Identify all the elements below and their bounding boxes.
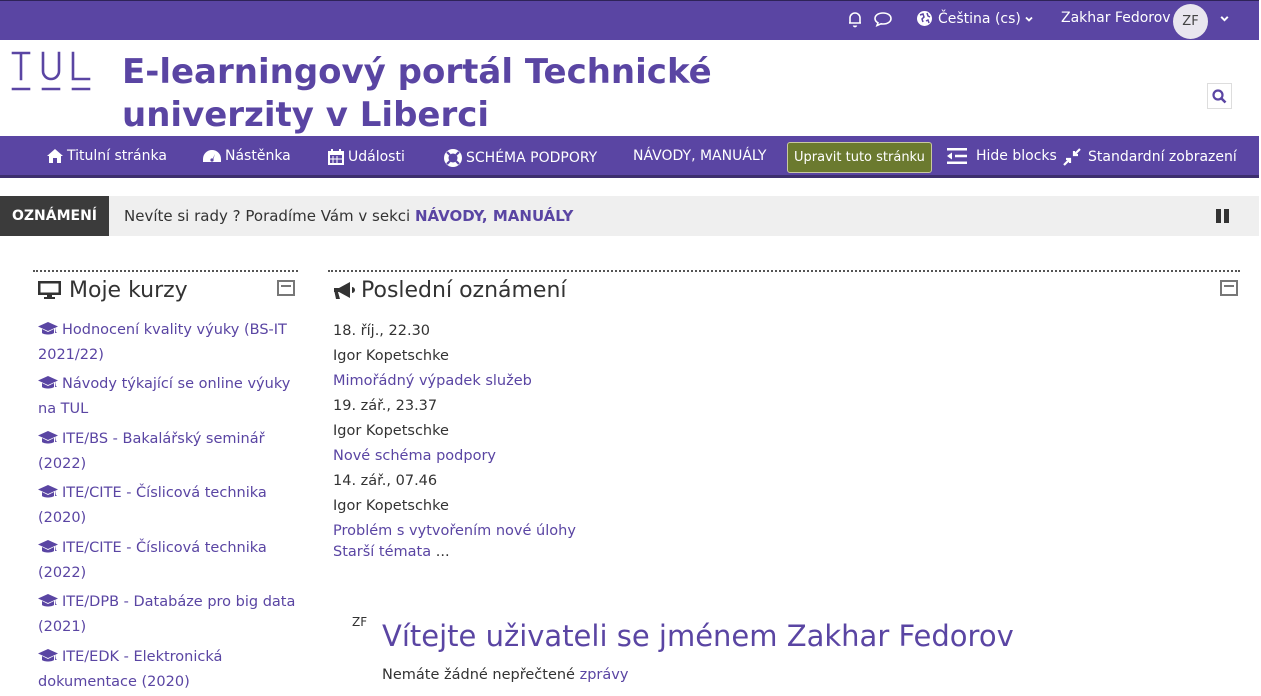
home-icon	[47, 149, 63, 163]
course-name: ITE/DPB - Databáze pro big data (2021)	[38, 594, 296, 635]
user-menu-chevron-down-icon[interactable]	[1219, 13, 1230, 24]
course-link[interactable]: ITE/CITE - Číslicová technika (2020)	[38, 481, 298, 531]
site-title-line-2: univerzity v Liberci	[122, 95, 490, 135]
site-header: E-learningový portál Technické univerzit…	[0, 41, 1259, 136]
course-link[interactable]: ITE/DPB - Databáze pro big data (2021)	[38, 590, 298, 640]
nav-item-events[interactable]: Události	[327, 148, 405, 166]
course-link[interactable]: Návody týkající se online výuky na TUL	[38, 372, 298, 422]
standard-view-button[interactable]: Standardní zobrazení	[1063, 148, 1237, 166]
my-courses-title: Moje kurzy	[38, 278, 188, 303]
announcement-link[interactable]: NÁVODY, MANUÁLY	[415, 207, 573, 225]
news-date: 19. zář., 23.37	[333, 398, 438, 414]
hide-blocks-icon	[947, 148, 967, 164]
calendar-icon	[328, 149, 344, 165]
block-divider	[328, 270, 1240, 272]
language-label: Čeština (cs)	[938, 10, 1021, 27]
main-navigation: Titulní stránka Nástěnka Události SCHÉMA…	[0, 136, 1259, 178]
nav-item-home[interactable]: Titulní stránka	[46, 148, 167, 164]
news-author: Igor Kopetschke	[333, 348, 449, 364]
bullhorn-icon	[334, 281, 355, 299]
language-menu[interactable]: Čeština (cs)	[916, 10, 1034, 27]
nav-item-label: Titulní stránka	[67, 148, 167, 164]
welcome-avatar: ZF	[352, 615, 368, 629]
avatar[interactable]: ZF	[1173, 4, 1208, 39]
course-name: ITE/CITE - Číslicová technika (2022)	[38, 540, 267, 581]
edit-page-button[interactable]: Upravit tuto stránku	[787, 142, 932, 173]
standard-view-label: Standardní zobrazení	[1088, 149, 1237, 165]
nav-item-label: Události	[348, 149, 405, 165]
announcement-message: Nevíte si rady ? Poradíme Vám v sekci	[124, 207, 415, 225]
welcome-heading: Vítejte uživateli se jménem Zakhar Fedor…	[382, 619, 1014, 653]
nav-item-label: Nástěnka	[225, 148, 291, 164]
top-bar: Čeština (cs) Zakhar Fedorov ZF	[0, 0, 1259, 40]
graduation-cap-icon	[38, 485, 58, 498]
block-divider	[33, 270, 298, 272]
user-name[interactable]: Zakhar Fedorov	[1061, 10, 1171, 26]
course-link[interactable]: ITE/BS - Bakalářský seminář (2022)	[38, 427, 298, 477]
graduation-cap-icon	[38, 431, 58, 444]
latest-news-heading: Poslední oznámení	[361, 278, 567, 303]
dashboard-icon	[203, 150, 221, 162]
site-title-line-1: E-learningový portál Technické	[122, 52, 712, 92]
compress-arrows-icon	[1063, 148, 1081, 166]
news-date: 14. zář., 07.46	[333, 473, 438, 489]
graduation-cap-icon	[38, 649, 58, 662]
latest-news-title: Poslední oznámení	[333, 278, 567, 303]
graduation-cap-icon	[38, 540, 58, 553]
unread-messages-prefix: Nemáte žádné nepřečtené	[382, 667, 580, 683]
search-button[interactable]	[1207, 83, 1232, 109]
messages-link[interactable]: zprávy	[580, 667, 629, 683]
notifications-bell-icon[interactable]	[846, 10, 864, 28]
announcement-text: Nevíte si rady ? Poradíme Vám v sekci NÁ…	[124, 207, 573, 225]
older-topics-link[interactable]: Starší témata	[333, 544, 431, 560]
nav-item-label: SCHÉMA PODPORY	[466, 150, 598, 166]
globe-icon	[917, 11, 932, 26]
site-title[interactable]: E-learningový portál Technické univerzit…	[122, 51, 822, 137]
hide-blocks-button[interactable]: Hide blocks	[947, 148, 1057, 164]
nav-item-support-scheme[interactable]: SCHÉMA PODPORY	[443, 148, 597, 168]
announcement-ticker: OZNÁMENÍ Nevíte si rady ? Poradíme Vám v…	[0, 196, 1259, 236]
graduation-cap-icon	[38, 594, 58, 607]
hide-blocks-label: Hide blocks	[976, 148, 1057, 164]
collapse-block-icon[interactable]	[277, 280, 295, 296]
lifebuoy-icon	[444, 149, 462, 167]
graduation-cap-icon	[38, 376, 58, 389]
course-name: Hodnocení kvality výuky (BS-IT 2021/22)	[38, 322, 287, 363]
graduation-cap-icon	[38, 322, 58, 335]
course-link[interactable]: Hodnocení kvality výuky (BS-IT 2021/22)	[38, 318, 298, 368]
course-link[interactable]: ITE/CITE - Číslicová technika (2022)	[38, 536, 298, 586]
search-icon	[1212, 88, 1227, 103]
news-author: Igor Kopetschke	[333, 498, 449, 514]
nav-item-dashboard[interactable]: Nástěnka	[202, 148, 291, 164]
course-link[interactable]: ITE/EDK - Elektronická dokumentace (2020…	[38, 645, 298, 695]
course-name: ITE/BS - Bakalářský seminář (2022)	[38, 431, 265, 472]
news-author: Igor Kopetschke	[333, 423, 449, 439]
older-topics: Starší témata ...	[333, 542, 450, 562]
tul-logo[interactable]	[11, 51, 93, 97]
chevron-down-icon	[1025, 16, 1033, 22]
my-courses-heading: Moje kurzy	[69, 278, 188, 303]
course-name: ITE/EDK - Elektronická dokumentace (2020…	[38, 649, 223, 690]
news-subject-link[interactable]: Problém s vytvořením nové úlohy	[333, 521, 576, 541]
course-name: ITE/CITE - Číslicová technika (2020)	[38, 485, 267, 526]
news-subject-link[interactable]: Nové schéma podpory	[333, 446, 496, 466]
news-subject-link[interactable]: Mimořádný výpadek služeb	[333, 371, 532, 391]
announcement-label: OZNÁMENÍ	[0, 196, 109, 236]
collapse-block-icon[interactable]	[1220, 280, 1238, 296]
news-date: 18. říj., 22.30	[333, 323, 431, 339]
course-name: Návody týkající se online výuky na TUL	[38, 376, 291, 417]
unread-messages-text: Nemáte žádné nepřečtené zprávy	[382, 667, 628, 683]
pause-icon[interactable]	[1216, 209, 1230, 223]
nav-item-label: NÁVODY, MANUÁLY	[633, 148, 767, 164]
older-topics-ellipsis: ...	[431, 544, 450, 560]
desktop-icon	[38, 281, 61, 299]
messages-chat-icon[interactable]	[873, 10, 893, 28]
nav-item-manuals[interactable]: NÁVODY, MANUÁLY	[633, 148, 766, 164]
